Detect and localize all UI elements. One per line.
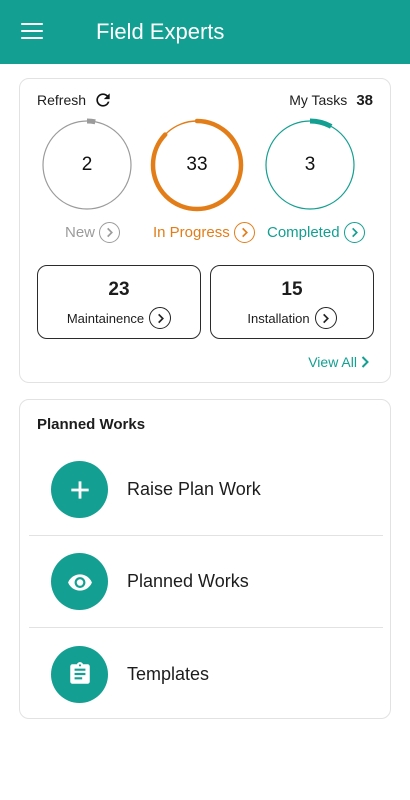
completed-count: 3	[304, 154, 316, 175]
planned-works-label: Planned Works	[127, 571, 249, 591]
clipboard-icon	[51, 645, 108, 703]
plus-icon	[51, 461, 108, 518]
status-in-progress-label: In Progress	[153, 223, 230, 241]
app-bar: Field Experts	[0, 0, 410, 64]
installation-box[interactable]: 15 Installation	[210, 265, 374, 339]
maintenance-label: Maintainence	[66, 310, 145, 326]
chevron-right-icon	[361, 356, 369, 368]
installation-count: 15	[281, 279, 303, 300]
completed-tasks-ring[interactable]: 3	[263, 118, 357, 212]
planned-works-item[interactable]: Planned Works	[29, 536, 383, 628]
app-title: Field Experts	[96, 19, 225, 44]
raise-plan-work-label: Raise Plan Work	[127, 479, 261, 499]
my-tasks-label: My Tasks	[289, 92, 348, 108]
status-new-link[interactable]: New	[65, 221, 121, 243]
chevron-right-icon	[314, 307, 337, 329]
in-progress-tasks-ring[interactable]: 33	[150, 118, 244, 212]
my-tasks-count: 38	[356, 91, 373, 109]
refresh-icon	[96, 93, 110, 107]
planned-works-title: Planned Works	[37, 416, 146, 433]
refresh-button[interactable]: Refresh	[37, 89, 113, 111]
chevron-right-icon	[233, 221, 255, 243]
raise-plan-work-item[interactable]: Raise Plan Work	[29, 444, 383, 536]
chevron-right-icon	[99, 221, 121, 243]
templates-label: Templates	[127, 663, 210, 684]
status-in-progress-link[interactable]: In Progress	[153, 221, 255, 243]
menu-icon[interactable]	[21, 23, 43, 41]
templates-item[interactable]: Templates	[29, 628, 383, 720]
new-count: 2	[81, 154, 93, 175]
status-completed-label: Completed	[267, 223, 340, 241]
eye-icon	[51, 553, 108, 610]
view-all-link[interactable]: View All	[308, 354, 370, 370]
in-progress-count: 33	[186, 154, 208, 175]
status-new-label: New	[65, 223, 96, 241]
maintenance-count: 23	[108, 279, 130, 300]
view-all-label: View All	[308, 354, 357, 370]
chevron-right-icon	[149, 307, 172, 329]
refresh-label: Refresh	[37, 92, 87, 108]
planned-works-card: Planned Works Raise Plan Work Planned Wo…	[19, 399, 391, 719]
installation-label: Installation	[247, 310, 310, 326]
task-summary-card: Refresh My Tasks 38 2 33 3 New In Progre…	[19, 78, 391, 383]
new-tasks-ring[interactable]: 2	[40, 118, 134, 212]
status-completed-link[interactable]: Completed	[267, 221, 365, 243]
maintenance-box[interactable]: 23 Maintainence	[37, 265, 201, 339]
my-tasks: My Tasks 38	[289, 89, 373, 111]
chevron-right-icon	[343, 221, 365, 243]
